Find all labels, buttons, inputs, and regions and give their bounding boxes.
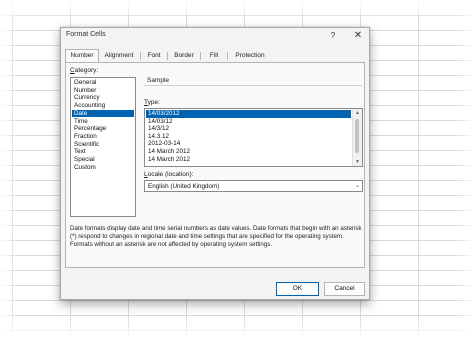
tab-font[interactable]: Font bbox=[144, 50, 164, 62]
tab-separator bbox=[200, 52, 201, 60]
tab-border[interactable]: Border bbox=[171, 50, 197, 62]
category-label: Category: bbox=[70, 67, 98, 74]
category-item-text[interactable]: Text bbox=[72, 148, 134, 156]
category-item-percentage[interactable]: Percentage bbox=[72, 125, 134, 133]
sample-preview bbox=[144, 85, 362, 96]
category-item-fraction[interactable]: Fraction bbox=[72, 133, 134, 141]
category-item-scientific[interactable]: Scientific bbox=[72, 141, 134, 149]
category-item-time[interactable]: Time bbox=[72, 118, 134, 126]
type-label-text: ype: bbox=[147, 99, 160, 106]
type-list-scrollbar[interactable]: ▲ ▼ bbox=[352, 109, 362, 166]
type-item[interactable]: 14/03/2012 bbox=[146, 110, 351, 118]
category-item-date[interactable]: Date bbox=[72, 109, 134, 118]
category-label-text: ategory: bbox=[74, 67, 99, 74]
number-tab-panel: Category: General Number Currency Accoun… bbox=[65, 62, 365, 268]
locale-dropdown[interactable]: English (United Kingdom) ⌄ bbox=[144, 180, 363, 192]
category-list[interactable]: General Number Currency Accounting Date … bbox=[70, 77, 136, 217]
scroll-up-arrow-icon[interactable]: ▲ bbox=[353, 109, 362, 117]
category-item-number[interactable]: Number bbox=[72, 87, 134, 95]
type-list[interactable]: 14/03/2012 14/03/12 14/3/12 14.3.12 2012… bbox=[144, 108, 363, 167]
format-description: Date formats display date and time seria… bbox=[70, 225, 362, 249]
type-item[interactable]: 14/03/12 bbox=[146, 118, 351, 126]
chevron-down-icon[interactable]: ⌄ bbox=[355, 181, 360, 191]
dialog-titlebar[interactable]: Format Cells ? ✕ bbox=[61, 28, 369, 46]
type-label: Type: bbox=[144, 99, 160, 106]
format-cells-dialog: Format Cells ? ✕ Number Alignment Font B… bbox=[60, 27, 370, 300]
edge-fade-left bbox=[0, 0, 18, 338]
sample-group: Sample bbox=[144, 75, 362, 97]
locale-label: Locale (location): bbox=[144, 171, 194, 178]
edge-fade-bottom bbox=[0, 316, 474, 338]
type-item[interactable]: 14.3.12 bbox=[146, 133, 351, 141]
scroll-down-arrow-icon[interactable]: ▼ bbox=[353, 158, 362, 166]
type-item[interactable]: 14/3/12 bbox=[146, 125, 351, 133]
cancel-button[interactable]: Cancel bbox=[324, 282, 365, 296]
sample-label: Sample bbox=[147, 77, 170, 84]
tab-alignment[interactable]: Alignment bbox=[101, 50, 137, 62]
category-item-custom[interactable]: Custom bbox=[72, 164, 134, 172]
tab-separator bbox=[140, 52, 141, 60]
category-item-currency[interactable]: Currency bbox=[72, 94, 134, 102]
tab-separator bbox=[227, 52, 228, 60]
locale-label-text: ocale (location): bbox=[147, 171, 194, 178]
type-item[interactable]: 14 March 2012 bbox=[146, 148, 351, 156]
locale-value: English (United Kingdom) bbox=[148, 183, 220, 190]
scroll-thumb[interactable] bbox=[355, 119, 359, 153]
tab-separator bbox=[167, 52, 168, 60]
tab-strip: Number Alignment Font Border Fill Protec… bbox=[65, 49, 365, 63]
edge-fade-top bbox=[0, 0, 474, 22]
type-item[interactable]: 2012-03-14 bbox=[146, 140, 351, 148]
close-button[interactable]: ✕ bbox=[352, 29, 364, 43]
category-item-special[interactable]: Special bbox=[72, 156, 134, 164]
category-item-general[interactable]: General bbox=[72, 79, 134, 87]
tab-number[interactable]: Number bbox=[65, 49, 99, 63]
ok-button[interactable]: OK bbox=[276, 282, 319, 296]
dialog-title: Format Cells bbox=[66, 31, 106, 38]
tab-fill[interactable]: Fill bbox=[204, 50, 224, 62]
edge-fade-right bbox=[456, 0, 474, 338]
category-item-accounting[interactable]: Accounting bbox=[72, 102, 134, 110]
type-item[interactable]: 14 March 2012 bbox=[146, 156, 351, 164]
help-button[interactable]: ? bbox=[327, 29, 339, 43]
tab-protection[interactable]: Protection bbox=[231, 50, 269, 62]
